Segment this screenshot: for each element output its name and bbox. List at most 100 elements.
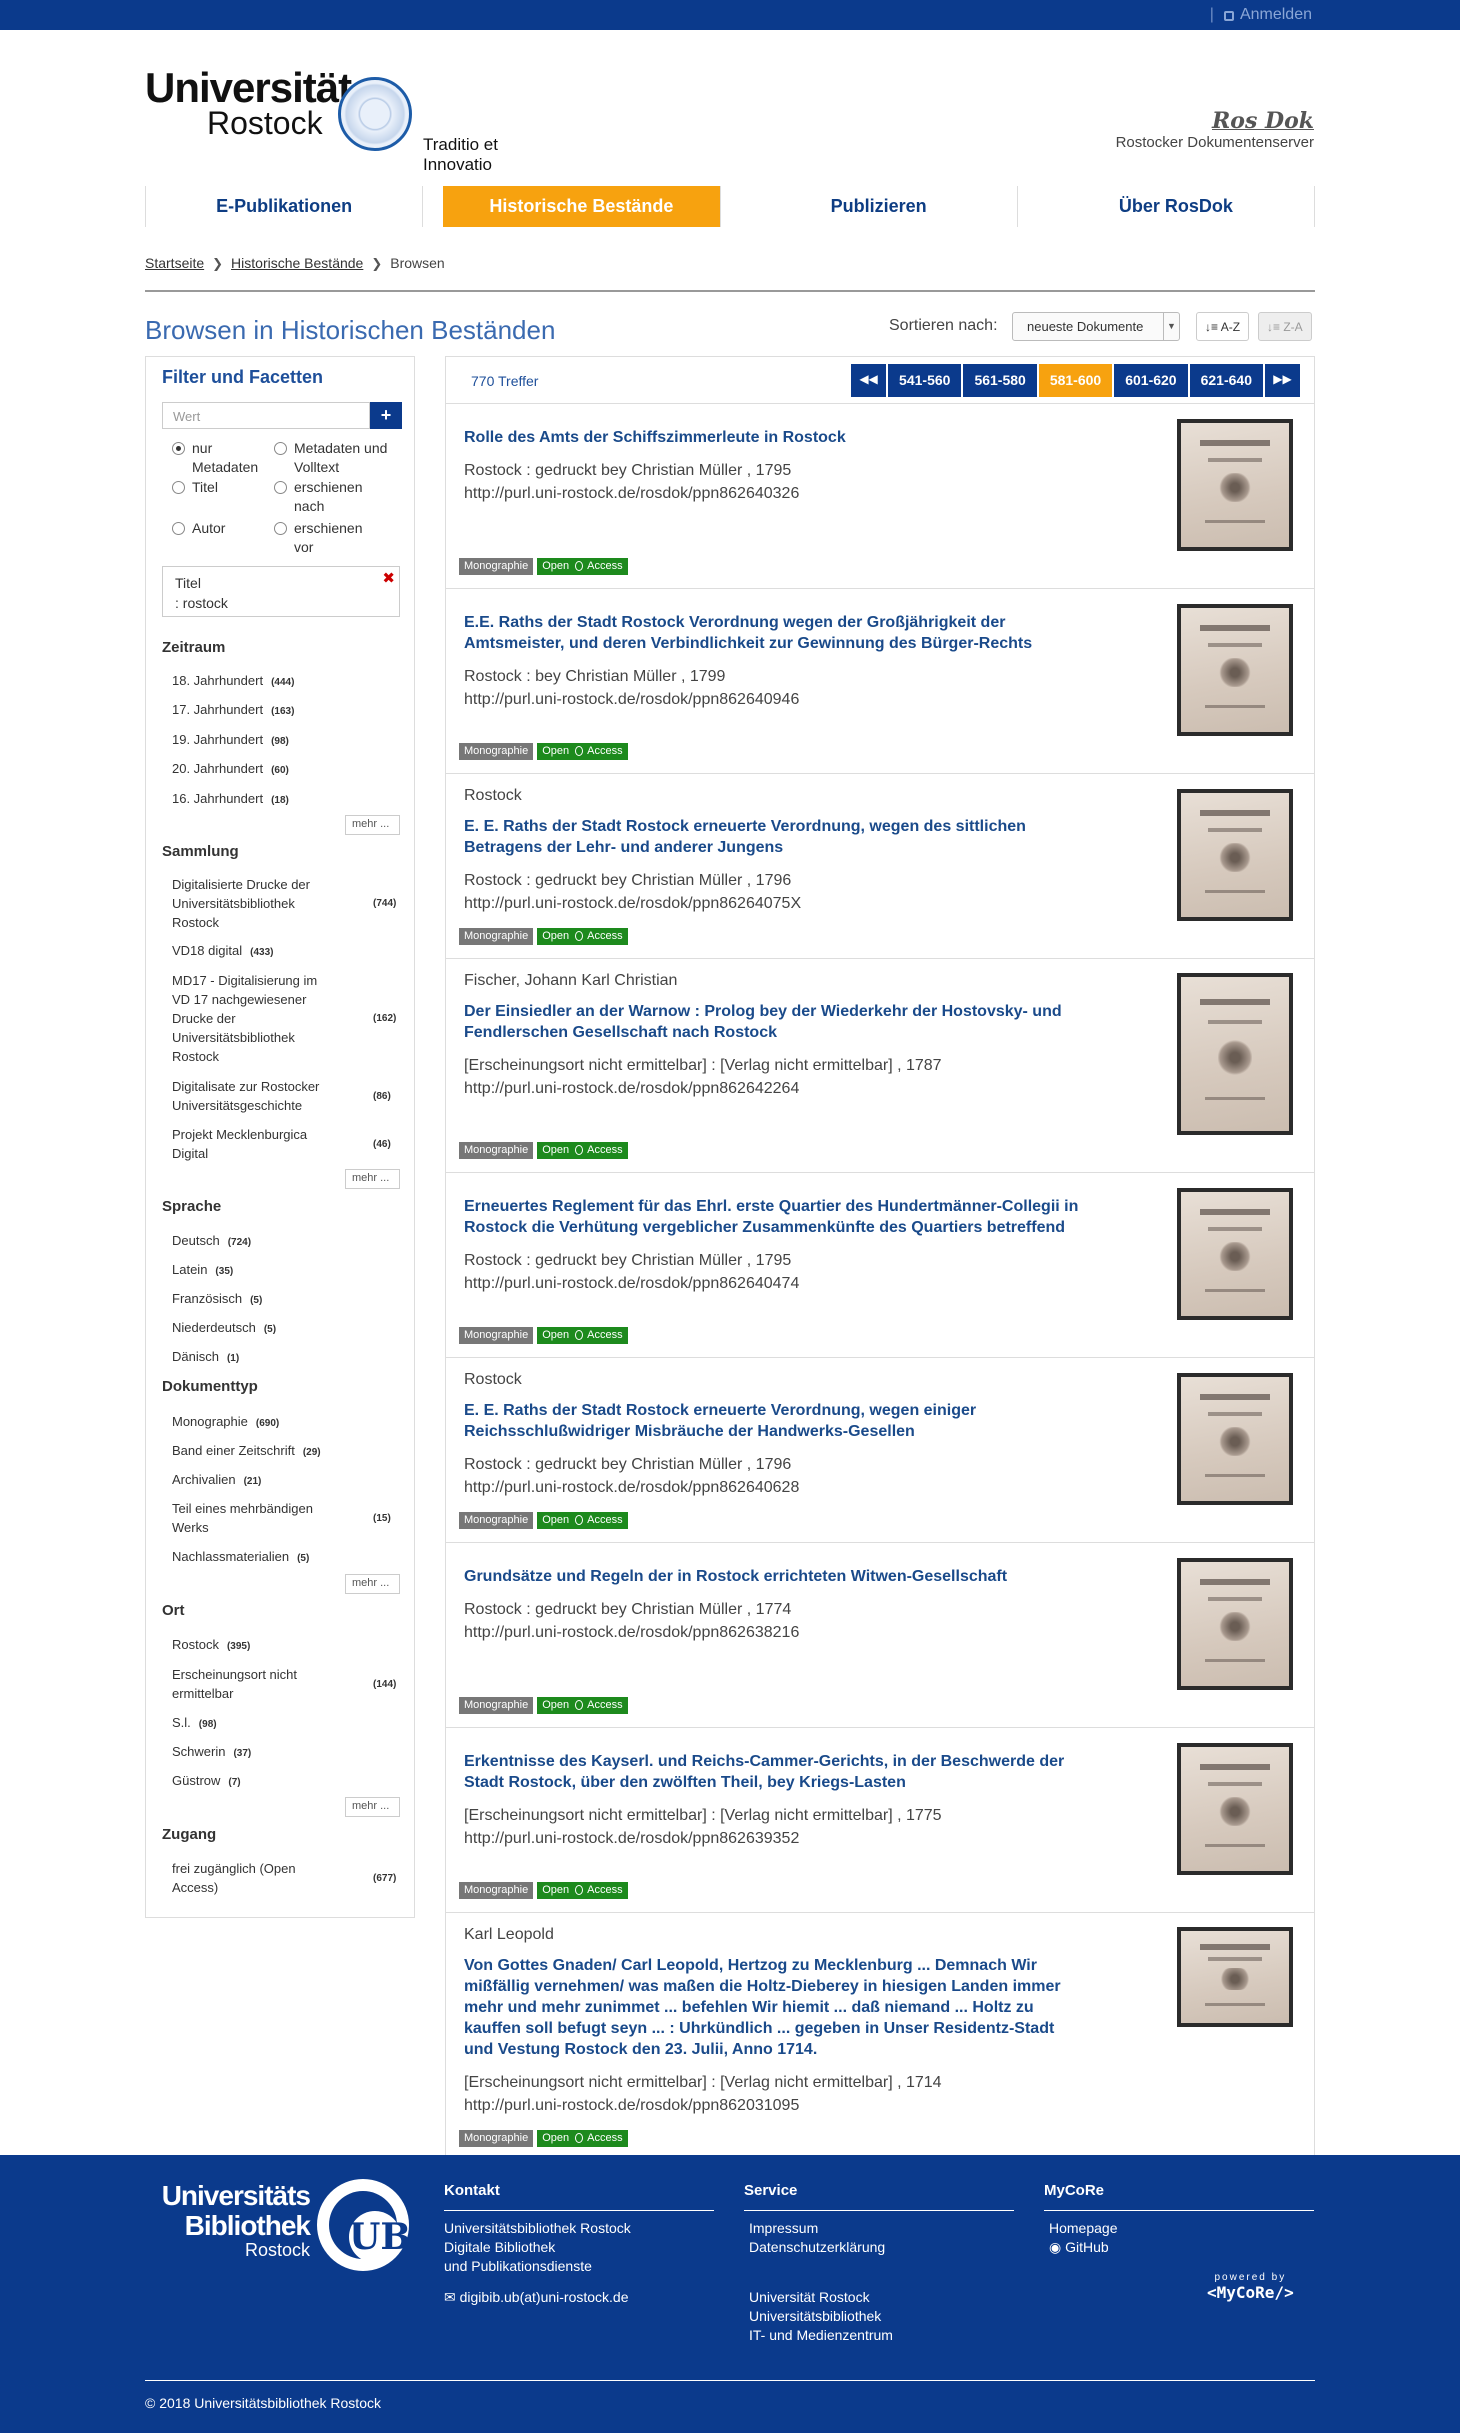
facet-item[interactable]: Schwerin (37) xyxy=(172,1742,251,1763)
facet-item[interactable]: Nachlassmaterialien (5) xyxy=(172,1547,309,1568)
facet-title-dokumenttyp: Dokumenttyp xyxy=(162,1378,258,1395)
facet-item[interactable]: Deutsch (724) xyxy=(172,1231,251,1252)
facet-item[interactable]: Güstrow (7) xyxy=(172,1771,241,1792)
facet-item[interactable]: Digitalisierte Drucke der Universitätsbi… xyxy=(172,875,396,932)
facet-item[interactable]: 16. Jahrhundert (18) xyxy=(172,789,289,810)
result-thumbnail[interactable] xyxy=(1177,1373,1293,1505)
open-access-badge: Open Access xyxy=(537,1697,628,1714)
result-tags: Monographie Open Access xyxy=(459,743,632,760)
radio-titel[interactable]: Titel xyxy=(172,478,267,497)
facet-item[interactable]: Niederdeutsch (5) xyxy=(172,1318,276,1339)
footer-email[interactable]: ✉ digibib.ub(at)uni-rostock.de xyxy=(444,2288,714,2307)
university-logo[interactable]: Universität Rostock Traditio et Innovati… xyxy=(145,67,545,175)
radio-autor[interactable]: Autor xyxy=(172,519,267,538)
facet-item[interactable]: Archivalien (21) xyxy=(172,1470,261,1491)
result-thumbnail[interactable] xyxy=(1177,1743,1293,1875)
footer-link-datenschutz[interactable]: Datenschutzerklärung xyxy=(749,2238,1014,2257)
result-title[interactable]: Von Gottes Gnaden/ Carl Leopold, Hertzog… xyxy=(464,1955,1084,2060)
open-access-icon xyxy=(575,1515,584,1525)
results-header: 770 Treffer ◀◀ 541-560 561-580 581-600 6… xyxy=(446,357,1314,404)
result-thumbnail[interactable] xyxy=(1177,1927,1293,2027)
facet-label: Schwerin xyxy=(172,1744,226,1759)
breadcrumb-startseite[interactable]: Startseite xyxy=(145,255,204,271)
facet-item[interactable]: Projekt Mecklenburgica Digital (46) xyxy=(172,1125,391,1163)
sort-select[interactable]: neueste Dokumente ▼ xyxy=(1012,312,1180,341)
radio-nur-metadaten[interactable]: nur Metadaten xyxy=(172,439,267,477)
facet-count: (46) xyxy=(373,1139,391,1150)
footer-link-impressum[interactable]: Impressum xyxy=(749,2219,1014,2238)
facet-item[interactable]: Rostock (395) xyxy=(172,1635,250,1656)
radio-metadaten-volltext[interactable]: Metadaten und Volltext xyxy=(274,439,394,477)
facet-item[interactable]: VD18 digital (433) xyxy=(172,941,273,962)
page-link[interactable]: 601-620 xyxy=(1114,364,1188,397)
result-title[interactable]: Rolle des Amts der Schiffszimmerleute in… xyxy=(464,427,1084,448)
footer-link-ub[interactable]: Universitätsbibliothek xyxy=(749,2307,1014,2326)
page-link[interactable]: 621-640 xyxy=(1189,364,1263,397)
login-link[interactable]: Anmelden xyxy=(1240,6,1312,24)
facet-item[interactable]: 19. Jahrhundert (98) xyxy=(172,730,289,751)
footer-link-uni[interactable]: Universität Rostock xyxy=(749,2288,1014,2307)
facet-item[interactable]: Band einer Zeitschrift (29) xyxy=(172,1441,321,1462)
result-title[interactable]: E.E. Raths der Stadt Rostock Verordnung … xyxy=(464,612,1084,654)
facet-item[interactable]: Dänisch (1) xyxy=(172,1347,239,1368)
footer-link-itmz[interactable]: IT- und Medienzentrum xyxy=(749,2326,1014,2345)
facet-item[interactable]: frei zugänglich (Open Access) (677) xyxy=(172,1859,396,1897)
page-link[interactable]: 561-580 xyxy=(963,364,1037,397)
facet-count: (163) xyxy=(271,706,295,717)
facet-item[interactable]: Teil eines mehrbändigen Werks (15) xyxy=(172,1499,391,1537)
chevron-down-icon: ▼ xyxy=(1163,313,1179,340)
footer-link-homepage[interactable]: Homepage xyxy=(1049,2219,1314,2238)
separator: | xyxy=(1209,6,1214,23)
result-thumbnail[interactable] xyxy=(1177,1558,1293,1690)
facet-item[interactable]: 20. Jahrhundert (60) xyxy=(172,759,289,780)
powered-by-mycore[interactable]: powered by <MyCoRe/> xyxy=(1207,2272,1294,2302)
result-title[interactable]: Erneuertes Reglement für das Ehrl. erste… xyxy=(464,1196,1084,1238)
nav-e-publikationen[interactable]: E-Publikationen xyxy=(146,186,424,227)
first-page-icon[interactable]: ◀◀ xyxy=(851,364,887,397)
facet-item[interactable]: S.l. (98) xyxy=(172,1713,217,1734)
result-publication: [Erscheinungsort nicht ermittelbar] : [V… xyxy=(464,1057,942,1074)
breadcrumb-historische-bestaende[interactable]: Historische Bestände xyxy=(231,255,363,271)
result-title[interactable]: Der Einsiedler an der Warnow : Prolog be… xyxy=(464,1001,1084,1043)
facet-item[interactable]: Erscheinungsort nicht ermittelbar (144) xyxy=(172,1665,396,1703)
more-button[interactable]: mehr ... xyxy=(345,1797,400,1817)
result-thumbnail[interactable] xyxy=(1177,419,1293,551)
top-bar: | Anmelden xyxy=(0,0,1460,30)
result-thumbnail[interactable] xyxy=(1177,1188,1293,1320)
facet-item[interactable]: Digitalisate zur Rostocker Universitätsg… xyxy=(172,1077,391,1115)
facet-item[interactable]: Latein (35) xyxy=(172,1260,233,1281)
result-title[interactable]: Grundsätze und Regeln der in Rostock err… xyxy=(464,1566,1084,1587)
result-thumbnail[interactable] xyxy=(1177,973,1293,1135)
ub-logo[interactable]: Universitäts Bibliothek Rostock xyxy=(145,2181,311,2260)
radio-erschienen-nach[interactable]: erschienen nach xyxy=(274,478,369,516)
remove-filter-icon[interactable]: ✖ xyxy=(382,569,395,589)
footer-link-github[interactable]: ◉ GitHub xyxy=(1049,2238,1314,2257)
result-title[interactable]: Erkentnisse des Kayserl. und Reichs-Camm… xyxy=(464,1751,1084,1793)
more-button[interactable]: mehr ... xyxy=(345,815,400,835)
facet-label: Archivalien xyxy=(172,1472,236,1487)
result-thumbnail[interactable] xyxy=(1177,604,1293,736)
page-link-current[interactable]: 581-600 xyxy=(1038,364,1113,397)
sort-desc-button[interactable]: ↓≡ Z-A xyxy=(1258,312,1312,341)
nav-publizieren[interactable]: Publizieren xyxy=(741,186,1018,227)
sort-asc-button[interactable]: ↓≡ A-Z xyxy=(1196,312,1250,341)
facet-item[interactable]: 17. Jahrhundert (163) xyxy=(172,700,294,721)
filter-value-input[interactable]: Wert xyxy=(162,402,370,429)
facet-label: Monographie xyxy=(172,1414,248,1429)
more-button[interactable]: mehr ... xyxy=(345,1169,400,1189)
facet-item[interactable]: 18. Jahrhundert (444) xyxy=(172,671,294,692)
last-page-icon[interactable]: ▶▶ xyxy=(1265,364,1300,397)
result-title[interactable]: E. E. Raths der Stadt Rostock erneuerte … xyxy=(464,1400,1084,1442)
rosdok-logo[interactable]: Ros Dok Rostocker Dokumentenserver xyxy=(1116,108,1314,152)
result-thumbnail[interactable] xyxy=(1177,789,1293,921)
page-link[interactable]: 541-560 xyxy=(888,364,962,397)
nav-historische-bestaende[interactable]: Historische Bestände xyxy=(443,186,721,227)
nav-ueber-rosdok[interactable]: Über RosDok xyxy=(1038,186,1315,227)
result-title[interactable]: E. E. Raths der Stadt Rostock erneuerte … xyxy=(464,816,1084,858)
add-filter-button[interactable]: + xyxy=(370,402,402,429)
more-button[interactable]: mehr ... xyxy=(345,1574,400,1594)
facet-item[interactable]: MD17 - Digitalisierung im VD 17 nachgewi… xyxy=(172,971,396,1066)
facet-item[interactable]: Monographie (690) xyxy=(172,1412,279,1433)
radio-erschienen-vor[interactable]: erschienen vor xyxy=(274,519,369,557)
facet-item[interactable]: Französisch (5) xyxy=(172,1289,262,1310)
